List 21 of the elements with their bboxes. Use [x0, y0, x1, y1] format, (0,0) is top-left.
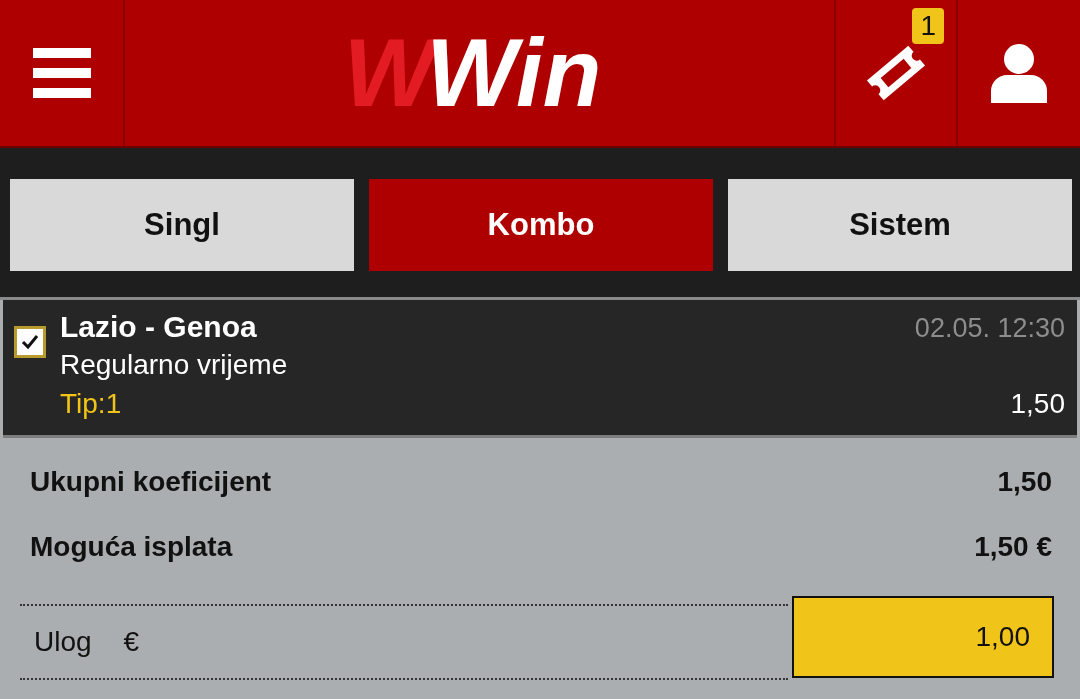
stake-label: Ulog	[34, 626, 92, 658]
match-title: Lazio - Genoa	[60, 310, 257, 344]
count-badge: 1	[912, 8, 944, 44]
tab[interactable]: Kombo	[369, 179, 713, 271]
summary-value: 1,50 €	[974, 531, 1052, 564]
user-icon	[991, 43, 1047, 103]
summary-value: 1,50	[997, 466, 1052, 499]
tip-label: Tip:1	[60, 388, 122, 420]
checkmark-icon	[21, 334, 39, 350]
logo[interactable]: WWin	[337, 25, 622, 121]
market-label: Regularno vrijeme	[60, 349, 288, 381]
stake-field[interactable]: 1,00	[792, 596, 1054, 678]
odds-value: 1,50	[1010, 388, 1065, 420]
tab[interactable]: Singl	[10, 179, 354, 271]
tab[interactable]: Sistem	[728, 179, 1072, 271]
checkbox[interactable]	[14, 326, 46, 358]
summary-label: Moguća isplata	[30, 531, 233, 564]
menu-icon	[32, 48, 91, 98]
match-datetime: 02.05. 12:30	[914, 313, 1065, 344]
currency-label: €	[123, 626, 140, 658]
summary-label: Ukupni koeficijent	[30, 466, 272, 499]
